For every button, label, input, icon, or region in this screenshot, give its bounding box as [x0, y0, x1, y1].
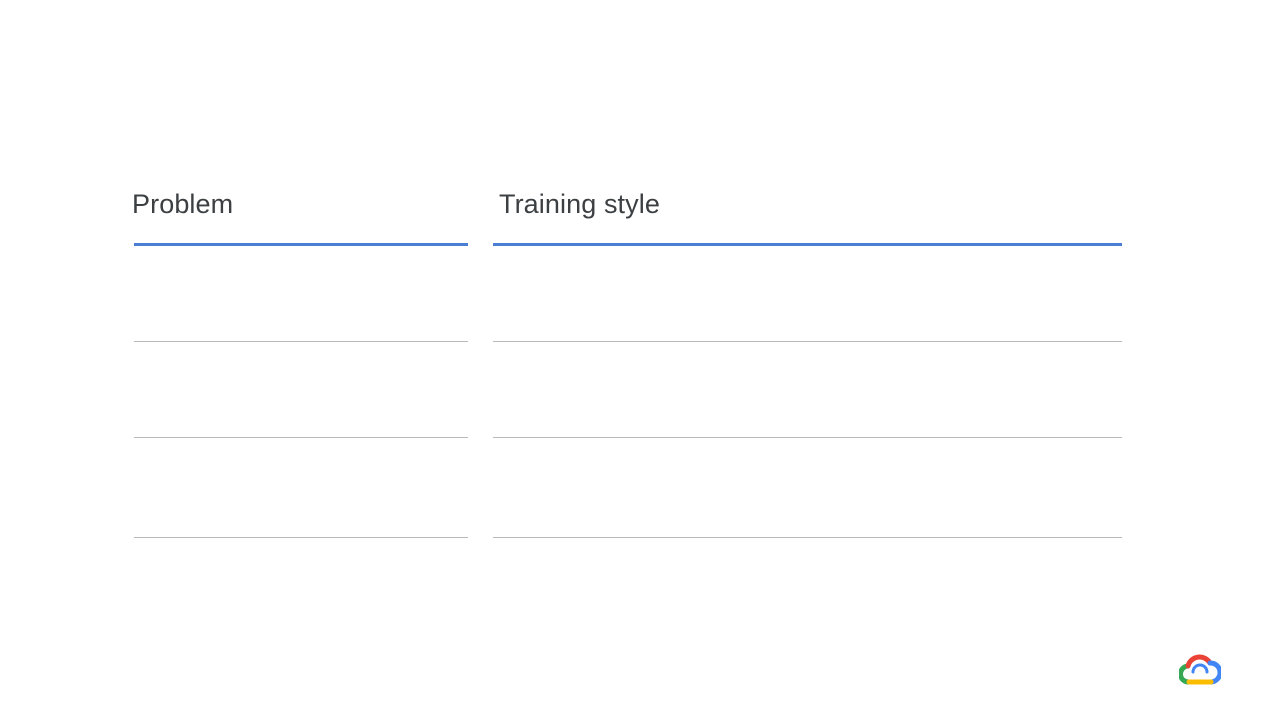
row-divider — [493, 537, 1122, 538]
row-divider — [134, 341, 468, 342]
header-divider — [134, 243, 468, 246]
row-divider — [134, 537, 468, 538]
column-header-training-style: Training style — [499, 189, 660, 219]
row-divider — [134, 437, 468, 438]
google-cloud-logo-icon — [1179, 654, 1221, 685]
row-divider — [493, 437, 1122, 438]
column-header-problem: Problem — [132, 189, 234, 219]
row-divider — [493, 341, 1122, 342]
header-divider — [493, 243, 1122, 246]
